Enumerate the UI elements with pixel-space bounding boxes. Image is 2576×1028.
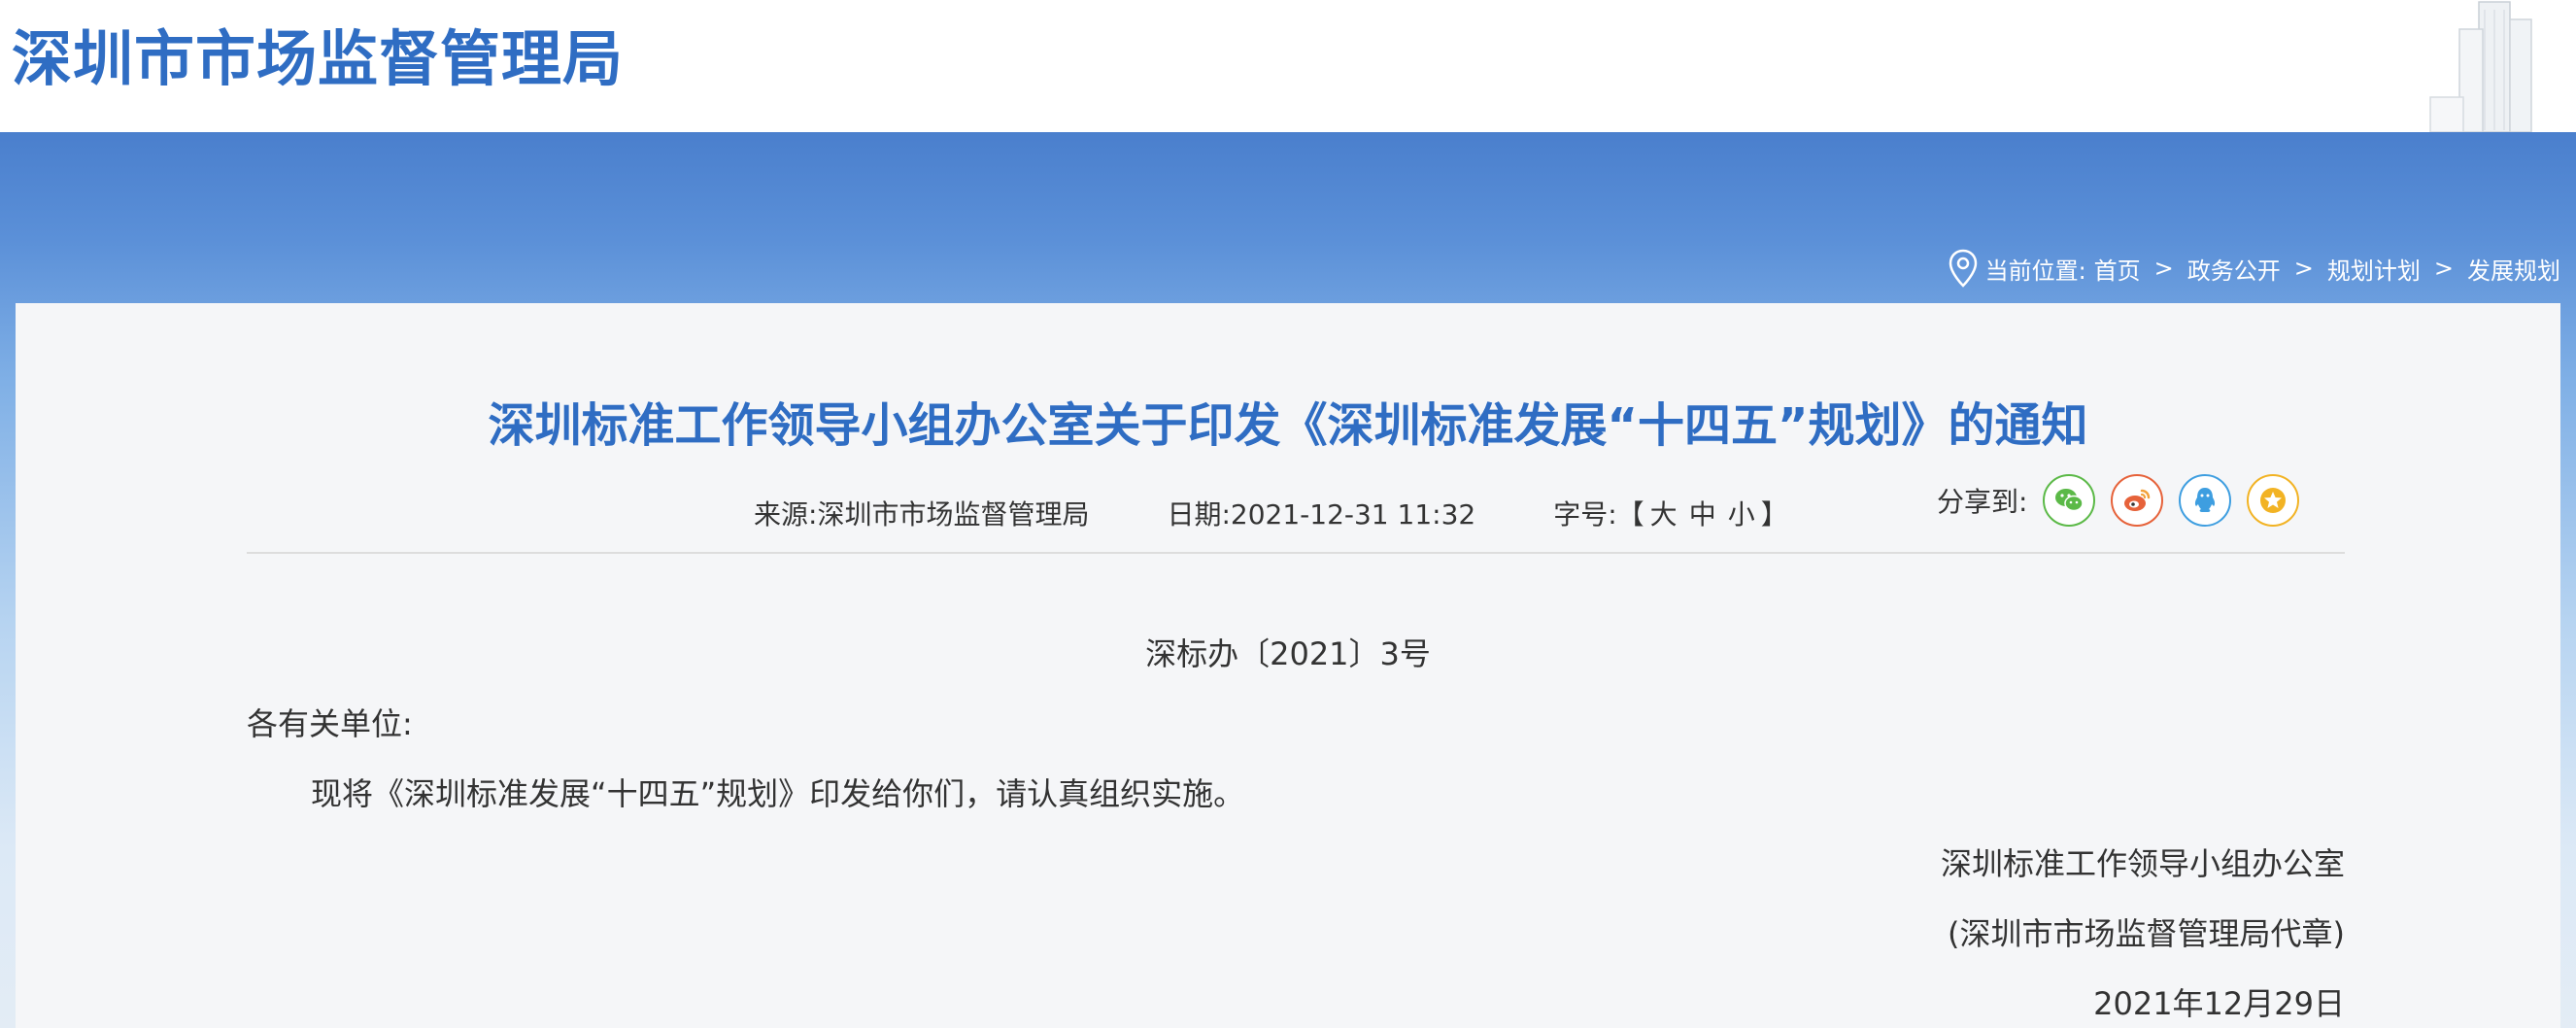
- date-info: 日期:2021-12-31 11:32: [1167, 494, 1475, 532]
- bracket-close: 】: [1760, 498, 1788, 531]
- breadcrumb-separator: >: [2293, 255, 2314, 282]
- document-number: 深标办〔2021〕3号: [1145, 635, 1431, 672]
- building-illustration: [2429, 1, 2532, 132]
- share-favorite-button[interactable]: [2247, 474, 2300, 527]
- share-wechat-button[interactable]: [2043, 474, 2096, 527]
- breadcrumb-label: 当前位置:: [1984, 257, 2086, 285]
- breadcrumb-plans[interactable]: 规划计划: [2327, 252, 2421, 286]
- article-meta: 来源:深圳市市场监督管理局 日期:2021-12-31 11:32 字号:【大中…: [754, 494, 1788, 532]
- breadcrumb: 当前位置: 首页 > 政务公开 > 规划计划 > 发展规划: [1949, 249, 2560, 288]
- source-label: 来源:: [754, 498, 818, 531]
- source-info: 来源:深圳市市场监督管理局: [754, 494, 1089, 532]
- qq-icon: [2195, 488, 2216, 512]
- location-pin-icon: [1949, 249, 1977, 288]
- site-title[interactable]: 深圳市市场监督管理局: [12, 10, 624, 97]
- share-bar: 分享到:: [1937, 474, 2300, 527]
- breadcrumb-development-plans[interactable]: 发展规划: [2467, 252, 2560, 286]
- source-value: 深圳市市场监督管理局: [817, 498, 1090, 531]
- meta-divider: [247, 552, 2345, 554]
- date-value: 2021-12-31 11:32: [1230, 498, 1476, 531]
- font-size-large-button[interactable]: 大: [1650, 498, 1678, 531]
- font-size-small-button[interactable]: 小: [1728, 498, 1755, 531]
- weibo-icon: [2124, 489, 2151, 511]
- article-panel: 深圳标准工作领导小组办公室关于印发《深圳标准发展“十四五”规划》的通知 来源:深…: [16, 303, 2560, 1028]
- site-header: 深圳市市场监督管理局: [0, 0, 2576, 132]
- body-paragraph: 现将《深圳标准发展“十四五”规划》印发给你们，请认真组织实施。: [311, 775, 1245, 812]
- signature-date: 2021年12月29日: [2093, 985, 2345, 1022]
- share-label: 分享到:: [1937, 486, 2028, 518]
- breadcrumb-separator: >: [2433, 255, 2454, 282]
- font-size-label: 字号:: [1553, 498, 1617, 531]
- salutation: 各有关单位:: [247, 705, 413, 742]
- date-label: 日期:: [1167, 498, 1231, 531]
- wechat-icon: [2055, 489, 2085, 512]
- article-title: 深圳标准工作领导小组办公室关于印发《深圳标准发展“十四五”规划》的通知: [488, 398, 2088, 453]
- share-qq-button[interactable]: [2179, 474, 2232, 527]
- breadcrumb-gov-affairs[interactable]: 政务公开: [2187, 252, 2281, 286]
- breadcrumb-home[interactable]: 首页: [2094, 252, 2141, 286]
- share-weibo-button[interactable]: [2111, 474, 2164, 527]
- bracket-open: 【: [1616, 498, 1644, 531]
- signature-seal: (深圳市市场监督管理局代章): [1948, 915, 2345, 952]
- font-size-medium-button[interactable]: 中: [1689, 498, 1716, 531]
- signature-organization: 深圳标准工作领导小组办公室: [1940, 845, 2345, 882]
- breadcrumb-separator: >: [2153, 255, 2174, 282]
- font-size-control: 字号:【大中小】: [1553, 494, 1788, 532]
- star-icon: [2260, 488, 2287, 513]
